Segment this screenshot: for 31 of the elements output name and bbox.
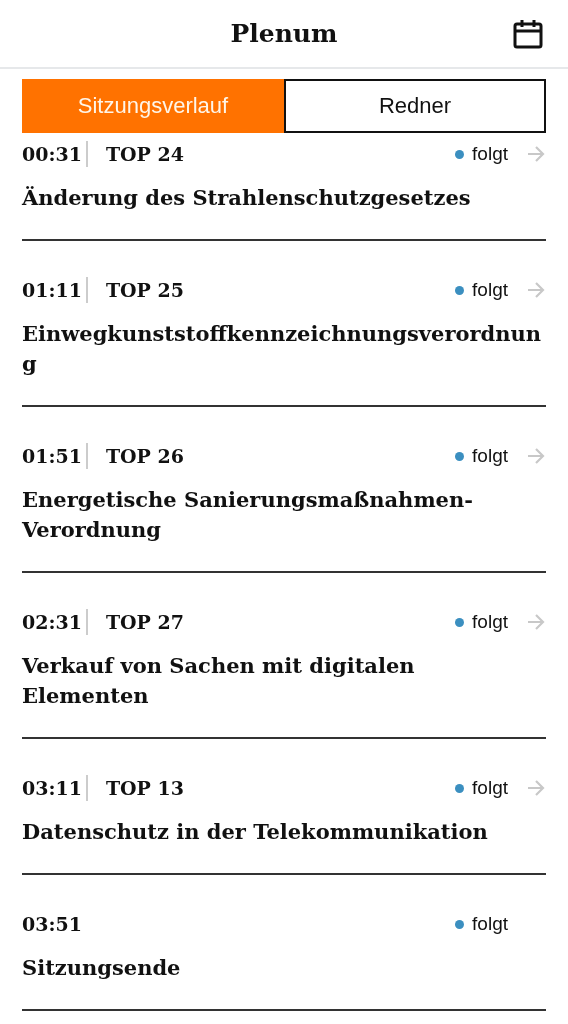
agenda-number: TOP 24 <box>105 143 184 165</box>
tab[interactable]: Redner <box>284 79 546 133</box>
time-label: 01:51 <box>22 445 82 467</box>
arrow-icon[interactable] <box>526 613 546 631</box>
agenda-title[interactable]: Änderung des Strahlenschutzgesetzes <box>22 183 546 213</box>
status-label: folgt <box>472 143 508 165</box>
agenda-title[interactable]: Verkauf von Sachen mit digitalen Elementen <box>22 651 546 711</box>
status-label: folgt <box>472 279 508 301</box>
calendar-icon[interactable] <box>512 18 544 50</box>
agenda-number: TOP 13 <box>105 777 184 799</box>
arrow-icon[interactable] <box>526 779 546 797</box>
arrow-icon[interactable] <box>526 281 546 299</box>
agenda-number: TOP 27 <box>105 611 184 633</box>
agenda-title[interactable]: Energetische Sanierungsmaßnahmen-Verordnung <box>22 485 546 545</box>
arrow-icon[interactable] <box>526 447 546 465</box>
agenda-number: TOP 26 <box>105 445 184 467</box>
status-label: folgt <box>472 777 508 799</box>
agenda-title[interactable]: Einwegkunststoffkennzeichnungsverordnung <box>22 319 546 379</box>
page-title: Plenum <box>230 19 338 48</box>
agenda-number: TOP 25 <box>105 279 184 301</box>
status-label: folgt <box>472 445 508 467</box>
time-label: 00:31 <box>22 143 82 165</box>
time-label: 02:31 <box>22 611 82 633</box>
agenda-title[interactable]: Datenschutz in der Telekommunikation <box>22 817 546 847</box>
status-label: folgt <box>472 611 508 633</box>
time-label: 03:51 <box>22 913 82 935</box>
arrow-icon[interactable] <box>526 145 546 163</box>
time-label: 03:11 <box>22 777 82 799</box>
time-label: 01:11 <box>22 279 82 301</box>
status-label: folgt <box>472 913 508 935</box>
agenda-title[interactable]: Sitzungsende <box>22 953 546 983</box>
